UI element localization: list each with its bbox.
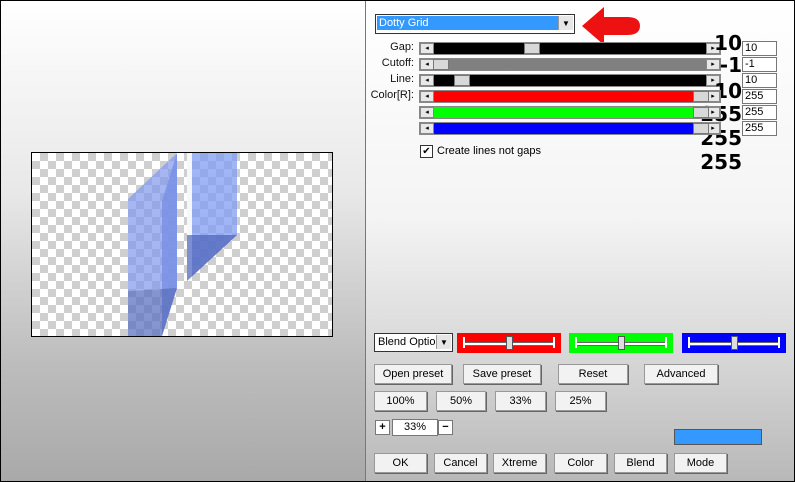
save-preset-button[interactable]: Save preset: [463, 364, 541, 384]
arrow-left-icon[interactable]: ◂: [420, 43, 434, 54]
zoom-in-button[interactable]: +: [375, 420, 390, 435]
zoom-33-button[interactable]: 33%: [495, 391, 546, 411]
slider-thumb[interactable]: [731, 336, 738, 350]
zoom-level-field[interactable]: 33%: [392, 419, 438, 436]
preview-canvas[interactable]: [31, 152, 333, 337]
slider-label: Gap:: [390, 41, 414, 53]
create-lines-checkbox[interactable]: ✔: [420, 145, 433, 158]
xtreme-button[interactable]: Xtreme: [493, 453, 546, 473]
slider-track[interactable]: ◂ ▸: [419, 42, 721, 55]
slider-end: [688, 337, 690, 348]
zoom-25-button[interactable]: 25%: [555, 391, 606, 411]
ok-button[interactable]: OK: [374, 453, 427, 473]
slider-label: Color[R]:: [370, 89, 414, 101]
color-button[interactable]: Color: [554, 453, 607, 473]
chevron-down-icon[interactable]: ▼: [436, 335, 451, 349]
slider-track[interactable]: ◂ ▸: [419, 90, 721, 103]
blend-options-value: Blend Optio: [378, 336, 436, 348]
slider-track[interactable]: ◂ ▸: [419, 74, 721, 87]
slider-value-field[interactable]: 255: [742, 121, 777, 136]
checkmark-icon: ✔: [422, 146, 431, 157]
reset-button[interactable]: Reset: [558, 364, 628, 384]
arrow-left-icon[interactable]: ◂: [420, 75, 434, 86]
color-swatch[interactable]: [674, 429, 762, 445]
slider-end: [665, 337, 667, 348]
zoom-out-button[interactable]: −: [438, 420, 453, 435]
mode-button[interactable]: Mode: [674, 453, 727, 473]
preset-dropdown-value: Dotty Grid: [377, 16, 558, 30]
arrow-left-icon[interactable]: ◂: [420, 91, 434, 102]
slider-track[interactable]: ◂ ▸: [419, 58, 721, 71]
slider-label: Cutoff:: [381, 57, 414, 69]
slider-value-overlay: 255: [700, 150, 742, 174]
advanced-button[interactable]: Advanced: [644, 364, 718, 384]
slider-value-overlay: 10: [714, 31, 742, 55]
slider-thumb[interactable]: [693, 123, 709, 134]
slider-thumb[interactable]: [433, 59, 449, 70]
slider-value-field[interactable]: -1: [742, 57, 777, 72]
slider-value-field[interactable]: 255: [742, 89, 777, 104]
cancel-button[interactable]: Cancel: [434, 453, 487, 473]
arrow-left-icon[interactable]: ◂: [420, 59, 434, 70]
zoom-100-button[interactable]: 100%: [374, 391, 427, 411]
slider-end: [778, 337, 780, 348]
arrow-left-icon[interactable]: ◂: [420, 107, 434, 118]
preview-pane: [1, 1, 366, 481]
arrow-left-icon[interactable]: ◂: [420, 123, 434, 134]
slider-value-field[interactable]: 255: [742, 105, 777, 120]
blend-button[interactable]: Blend: [614, 453, 667, 473]
slider-value-overlay: -1: [719, 53, 742, 77]
preview-image: [128, 153, 237, 336]
slider-end: [463, 337, 465, 348]
settings-pane: Dotty Grid ▼ Gap: ◂ ▸ 10 10 Cutoff: ◂ ▸ -1 -1 Line…: [366, 1, 794, 481]
slider-track[interactable]: ◂ ▸: [419, 106, 721, 119]
slider-end: [553, 337, 555, 348]
slider-value-field[interactable]: 10: [742, 73, 777, 88]
slider-end: [575, 337, 577, 348]
zoom-50-button[interactable]: 50%: [436, 391, 486, 411]
create-lines-label: Create lines not gaps: [437, 145, 541, 157]
slider-thumb[interactable]: [506, 336, 513, 350]
blue-channel-slider[interactable]: [682, 333, 786, 353]
chevron-down-icon[interactable]: ▼: [558, 16, 573, 30]
blend-options-dropdown[interactable]: Blend Optio ▼: [374, 333, 453, 352]
preset-dropdown[interactable]: Dotty Grid ▼: [375, 14, 575, 34]
slider-thumb[interactable]: [454, 75, 470, 86]
arrow-right-icon[interactable]: ▸: [706, 59, 720, 70]
slider-thumb[interactable]: [693, 107, 709, 118]
green-channel-slider[interactable]: [569, 333, 673, 353]
slider-thumb[interactable]: [524, 43, 540, 54]
slider-thumb[interactable]: [693, 91, 709, 102]
slider-value-field[interactable]: 10: [742, 41, 777, 56]
slider-track[interactable]: ◂ ▸: [419, 122, 721, 135]
open-preset-button[interactable]: Open preset: [374, 364, 452, 384]
red-channel-slider[interactable]: [457, 333, 561, 353]
slider-label: Line:: [390, 73, 414, 85]
plugin-window: Dotty Grid ▼ Gap: ◂ ▸ 10 10 Cutoff: ◂ ▸ -1 -1 Line…: [0, 0, 795, 482]
slider-thumb[interactable]: [618, 336, 625, 350]
